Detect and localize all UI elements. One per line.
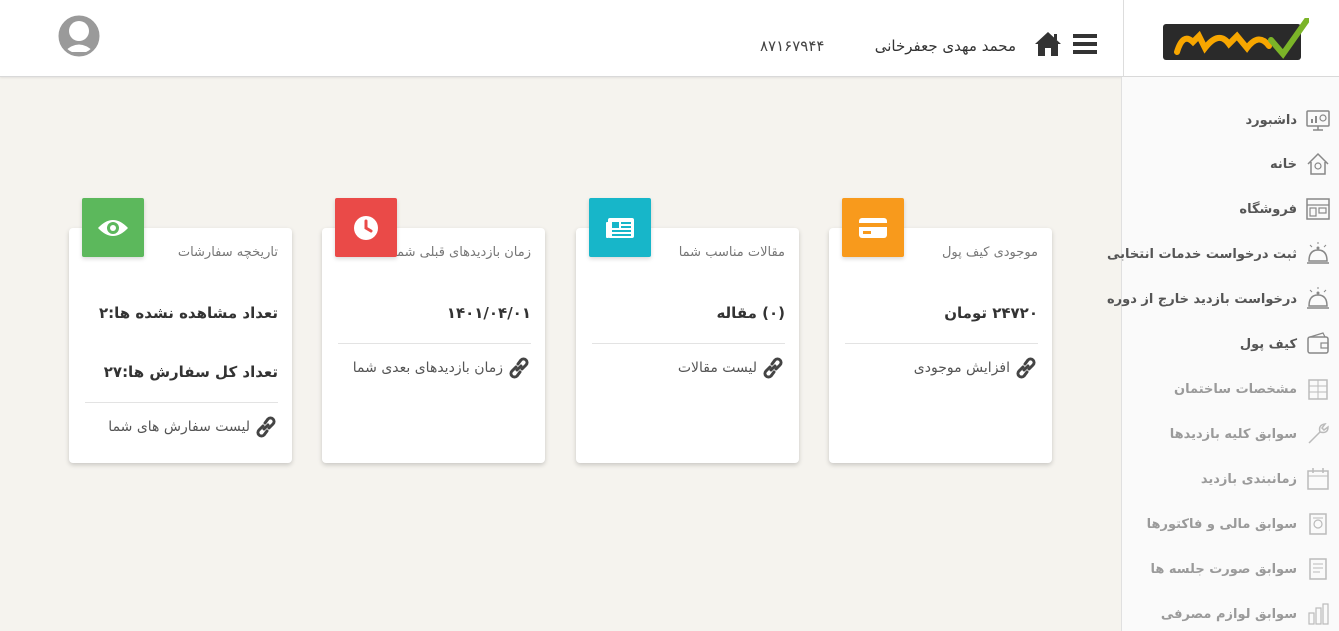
card-divider [338, 343, 531, 344]
order-history-card: تاریخچه سفارشات تعداد مشاهده نشده ها:۲ ت… [69, 198, 292, 463]
store-icon [1305, 196, 1331, 222]
sidebar-item-label: کیف پول [1239, 336, 1297, 352]
service-bell-icon [1305, 286, 1331, 312]
sidebar-item-label: سوابق لوازم مصرفی [1160, 606, 1297, 622]
wallet-balance-value: ۲۴۷۲۰ تومان [944, 304, 1038, 322]
card-divider [85, 402, 278, 403]
articles-card: مقالات مناسب شما (۰) مقاله لیست مقالات [576, 198, 799, 463]
wallet-icon [1305, 331, 1331, 357]
logo-area [1123, 0, 1339, 77]
minutes-icon [1305, 556, 1331, 582]
calendar-icon [1305, 466, 1331, 492]
sidebar-item-store[interactable]: فروشگاه [1116, 194, 1331, 224]
invoice-icon [1305, 511, 1331, 537]
sidebar-item-financial-history[interactable]: سوابق مالی و فاکتورها [1116, 509, 1331, 539]
sidebar-item-service-request[interactable]: ثبت درخواست خدمات انتخابی [1107, 239, 1331, 269]
link-label: لیست سفارش های شما [108, 419, 250, 435]
building-icon [1305, 376, 1331, 402]
sidebar-item-label: زمانبندی بازدید [1200, 471, 1297, 487]
sidebar-item-label: خانه [1269, 156, 1297, 172]
sidebar-item-label: درخواست بازدید خارج از دوره [1106, 291, 1297, 307]
next-visits-link[interactable]: زمان بازدیدهای بعدی شما [351, 356, 531, 380]
brand-logo[interactable] [1163, 17, 1310, 62]
user-name: محمد مهدی جعفرخانی [874, 37, 1016, 55]
card-title: مقالات مناسب شما [678, 245, 785, 260]
sidebar-item-supplies-history[interactable]: سوابق لوازم مصرفی [1116, 599, 1331, 629]
orders-list-link[interactable]: لیست سفارش های شما [78, 415, 278, 439]
wrench-icon [1305, 421, 1331, 447]
sidebar-item-label: مشخصات ساختمان [1174, 381, 1297, 397]
sidebar-item-dashboard[interactable]: داشبورد [1116, 105, 1331, 135]
dashboard-icon [1305, 107, 1331, 133]
sidebar-item-building-specs[interactable]: مشخصات ساختمان [1116, 374, 1331, 404]
previous-visits-card: زمان بازدیدهای قبلی شما ۱۴۰۱/۰۴/۰۱ زمان … [322, 198, 545, 463]
sidebar-item-label: سوابق کلیه بازدیدها [1169, 426, 1297, 442]
phone-number: ۸۷۱۶۷۹۴۴ [760, 37, 825, 55]
supplies-icon [1305, 601, 1331, 627]
wallet-balance-card: موجودی کیف پول ۲۴۷۲۰ تومان افزایش موجودی [829, 198, 1052, 463]
sidebar-item-label: سوابق مالی و فاکتورها [1146, 516, 1297, 532]
credit-card-icon [842, 198, 904, 257]
house-icon [1305, 151, 1331, 177]
chain-link-icon [507, 356, 531, 380]
unseen-orders-count: تعداد مشاهده نشده ها:۲ [99, 304, 278, 322]
increase-balance-link[interactable]: افزایش موجودی [888, 356, 1038, 380]
sidebar-item-visit-request[interactable]: درخواست بازدید خارج از دوره [1107, 284, 1331, 314]
chain-link-icon [761, 356, 785, 380]
total-orders-count: تعداد کل سفارش ها:۲۷ [103, 363, 278, 381]
link-label: زمان بازدیدهای بعدی شما [352, 360, 503, 376]
sidebar-item-minutes-history[interactable]: سوابق صورت جلسه ها [1116, 554, 1331, 584]
card-divider [845, 343, 1038, 344]
chain-link-icon [254, 415, 278, 439]
clock-icon [335, 198, 397, 257]
link-label: لیست مقالات [677, 360, 757, 376]
sidebar-item-wallet[interactable]: کیف پول [1116, 329, 1331, 359]
card-divider [592, 343, 785, 344]
previous-visit-date: ۱۴۰۱/۰۴/۰۱ [446, 304, 531, 322]
sidebar-item-label: فروشگاه [1239, 201, 1297, 217]
chain-link-icon [1014, 356, 1038, 380]
sidebar-item-label: ثبت درخواست خدمات انتخابی [1106, 246, 1297, 262]
top-header: ۸۷۱۶۷۹۴۴ محمد مهدی جعفرخانی [0, 0, 1123, 77]
link-label: افزایش موجودی [913, 360, 1010, 376]
hamburger-menu-icon[interactable] [1073, 33, 1097, 55]
card-title: موجودی کیف پول [941, 245, 1038, 260]
eye-icon [82, 198, 144, 257]
sidebar: داشبورد خانه فروشگاه ثبت درخواست خدمات ا… [1107, 77, 1339, 631]
sidebar-item-visit-history[interactable]: سوابق کلیه بازدیدها [1116, 419, 1331, 449]
user-avatar-icon[interactable] [58, 15, 100, 57]
newspaper-icon [589, 198, 651, 257]
sidebar-item-label: داشبورد [1245, 112, 1297, 128]
articles-count-value: (۰) مقاله [716, 304, 785, 322]
card-title: تاریخچه سفارشات [177, 245, 278, 260]
service-bell-icon [1305, 241, 1331, 267]
card-title: زمان بازدیدهای قبلی شما [393, 245, 531, 260]
sidebar-item-label: سوابق صورت جلسه ها [1150, 561, 1297, 577]
home-icon[interactable] [1034, 31, 1062, 57]
sidebar-item-home[interactable]: خانه [1116, 149, 1331, 179]
sidebar-item-visit-schedule[interactable]: زمانبندی بازدید [1116, 464, 1331, 494]
articles-list-link[interactable]: لیست مقالات [635, 356, 785, 380]
